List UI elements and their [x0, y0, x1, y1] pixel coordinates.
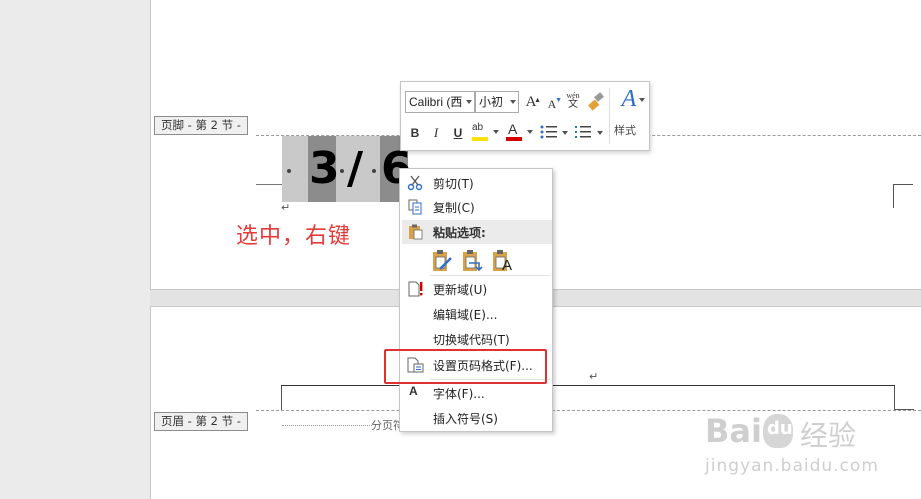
shrink-font-button[interactable]: A ▼	[545, 95, 562, 113]
chevron-down-icon	[466, 100, 472, 104]
baidu-watermark: Bai du 经验 jingyan.baidu.com	[705, 412, 910, 492]
paste-options-header: 粘贴选项:	[402, 220, 552, 244]
chevron-down-icon	[562, 131, 568, 135]
section-break-line	[282, 425, 372, 426]
header-boundary-line	[256, 410, 921, 411]
menu-item-font[interactable]: A 字体(F)...	[400, 381, 552, 405]
space-mark	[372, 169, 376, 173]
paste-text-letter: A	[502, 257, 513, 274]
arrow-up-icon: ▲	[534, 96, 541, 104]
menu-label: 剪切(T)	[433, 177, 474, 191]
context-menu: 剪切(T) 复制(C) 粘贴选项: A 更新域(U) 编辑域(E)... 切换域…	[399, 168, 553, 432]
update-field-icon	[408, 281, 423, 297]
bullets-button[interactable]	[540, 124, 568, 142]
numbering-button[interactable]	[574, 124, 604, 142]
menu-label: 编辑域(E)...	[433, 308, 498, 322]
footer-section-tag: 页脚 - 第 2 节 -	[154, 116, 248, 135]
header-section-tag: 页眉 - 第 2 节 -	[154, 412, 248, 431]
menu-label: 插入符号(S)	[433, 412, 498, 426]
clipboard-icon	[409, 224, 423, 240]
watermark-url: jingyan.baidu.com	[705, 456, 879, 476]
scissors-icon	[407, 175, 423, 191]
font-size-select[interactable]: 小初	[475, 91, 519, 113]
phonetic-guide-button[interactable]: wén 文	[564, 91, 582, 110]
styles-icon: A	[621, 86, 637, 112]
margin-corner-mark	[893, 184, 913, 208]
menu-item-insert-symbol[interactable]: 插入符号(S)	[400, 406, 552, 430]
chevron-down-icon	[597, 131, 603, 135]
header-corner-left	[281, 386, 282, 410]
styles-button[interactable]: A	[613, 86, 645, 116]
bullet-list-icon	[540, 125, 557, 139]
space-mark	[287, 169, 291, 173]
highlight-button[interactable]: ab	[471, 122, 499, 142]
menu-separator	[430, 275, 550, 276]
highlight-icon: ab	[472, 122, 484, 133]
chevron-down-icon	[639, 98, 645, 102]
format-painter-button[interactable]	[587, 91, 605, 111]
font-size-value: 小初	[479, 95, 504, 109]
watermark-paw-text: du	[767, 418, 793, 439]
chevron-down-icon	[510, 100, 516, 104]
font-name-select[interactable]: Calibri (西	[405, 91, 475, 113]
current-page-number: 3	[309, 143, 340, 194]
page-separator: /	[347, 143, 364, 194]
chevron-down-icon	[493, 130, 499, 134]
header-corner-right	[894, 386, 914, 410]
highlight-annotation-box	[384, 349, 547, 384]
paste-merge-formatting-button[interactable]	[461, 249, 483, 273]
underline-button[interactable]: U	[452, 124, 464, 142]
paste-keep-formatting-icon	[433, 250, 452, 271]
highlight-color-bar	[472, 137, 488, 141]
menu-item-update-field[interactable]: 更新域(U)	[400, 277, 552, 301]
font-color-bar	[506, 137, 522, 141]
menu-item-cut[interactable]: 剪切(T)	[400, 171, 552, 195]
menu-label: 更新域(U)	[433, 283, 488, 297]
annotation-text: 选中，右键	[236, 224, 352, 249]
menu-item-copy[interactable]: 复制(C)	[400, 195, 552, 219]
toolbar-divider	[609, 88, 610, 144]
tab-stop-line	[256, 184, 282, 185]
paragraph-mark: ↵	[589, 370, 599, 383]
watermark-brand: Bai	[705, 412, 762, 450]
styles-label: 样式	[614, 124, 636, 137]
menu-item-edit-field[interactable]: 编辑域(E)...	[400, 302, 552, 326]
arrow-down-icon: ▼	[555, 96, 562, 104]
font-name-value: Calibri (西	[409, 95, 463, 109]
field-shade	[282, 136, 308, 202]
bold-button[interactable]: B	[408, 124, 422, 142]
mini-toolbar: Calibri (西 小初 A ▲ A ▼ wén 文 A 样式 B I U a…	[400, 81, 650, 151]
format-painter-icon	[588, 92, 604, 111]
font-icon: A	[409, 384, 418, 398]
chevron-down-icon	[527, 130, 533, 134]
header-border-line	[281, 385, 895, 386]
menu-label: 字体(F)...	[433, 387, 485, 401]
copy-icon	[408, 199, 422, 215]
document-left-margin	[0, 0, 150, 499]
font-color-icon: A	[508, 121, 518, 137]
menu-label: 切换域代码(T)	[433, 333, 510, 347]
menu-label: 粘贴选项:	[433, 226, 486, 240]
phonetic-bottom-text: 文	[568, 99, 578, 110]
paragraph-mark: ↵	[281, 201, 291, 214]
space-mark	[340, 169, 344, 173]
font-color-button[interactable]: A	[505, 121, 533, 142]
paste-keep-formatting-button[interactable]	[431, 249, 453, 273]
menu-item-toggle-field-codes[interactable]: 切换域代码(T)	[400, 327, 552, 351]
grow-font-button[interactable]: A ▲	[523, 93, 541, 111]
numbered-list-icon	[575, 126, 591, 138]
paste-text-only-button[interactable]: A	[491, 249, 513, 274]
paste-merge-formatting-icon	[463, 250, 483, 272]
italic-button[interactable]: I	[430, 124, 442, 142]
menu-label: 复制(C)	[433, 201, 475, 215]
watermark-cn: 经验	[800, 419, 857, 452]
page-number-field[interactable]: 3 / 6	[282, 136, 412, 202]
